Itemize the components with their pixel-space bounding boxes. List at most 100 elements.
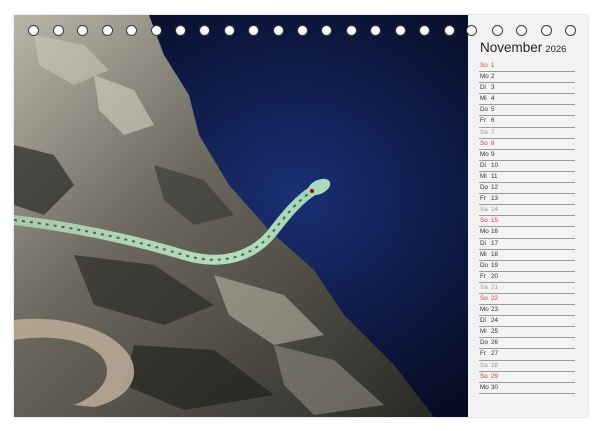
day-row: Sa 14: [479, 205, 575, 217]
binding-hole-icon: [77, 25, 88, 36]
binding-hole-icon: [444, 25, 455, 36]
day-name: Do: [480, 184, 489, 192]
day-row: Mo 23: [479, 305, 575, 317]
binding-hole-icon: [370, 25, 381, 36]
binding-hole-icon: [224, 25, 235, 36]
day-number: 18: [491, 250, 499, 258]
day-row: Do 5: [479, 105, 575, 117]
day-number: 24: [491, 317, 499, 325]
day-row: Do 12: [479, 183, 575, 195]
day-name: So: [480, 62, 488, 69]
day-number: 9: [491, 150, 495, 158]
day-row: Mi 4: [479, 94, 575, 106]
day-row: Sa 21: [479, 283, 575, 294]
day-name: Di: [480, 239, 486, 247]
day-row: Do 26: [479, 338, 575, 350]
day-number: 19: [491, 261, 499, 269]
day-number: 4: [491, 95, 495, 103]
binding-hole-icon: [273, 25, 284, 36]
day-row: So 22: [479, 294, 575, 306]
day-row: Mi 11: [479, 172, 575, 184]
day-number: 26: [491, 339, 499, 347]
day-number: 6: [491, 117, 495, 125]
day-number: 28: [491, 361, 499, 369]
binding-hole-icon: [395, 25, 406, 36]
binding-hole-icon: [175, 25, 186, 36]
binding-hole-icon: [321, 25, 332, 36]
binding-hole-icon: [151, 25, 162, 36]
day-row: So 8: [479, 139, 575, 150]
binding-hole-icon: [199, 25, 210, 36]
binding-hole-icon: [541, 25, 552, 36]
year-label: 2026: [545, 44, 567, 55]
day-name: Mi: [480, 172, 487, 180]
day-row: Sa 7: [479, 128, 575, 139]
binding-hole-icon: [53, 25, 64, 36]
day-number: 21: [491, 283, 499, 291]
day-name: Fr: [480, 350, 486, 358]
day-row: So 29: [479, 372, 575, 383]
day-row: Sa 28: [479, 361, 575, 372]
day-number: 3: [491, 84, 495, 92]
day-number: 16: [491, 228, 499, 236]
day-number: 11: [491, 172, 498, 180]
day-number: 20: [491, 272, 499, 280]
day-row: Di 3: [479, 83, 575, 95]
spiral-binding: [14, 25, 588, 39]
day-number: 14: [491, 206, 499, 214]
day-row: So 1: [479, 61, 575, 73]
day-name: Mi: [480, 95, 487, 103]
month-title: November 2026: [480, 40, 566, 55]
day-name: Fr: [480, 272, 486, 280]
day-name: Sa: [480, 361, 488, 369]
binding-hole-icon: [102, 25, 113, 36]
binding-hole-icon: [516, 25, 527, 36]
day-row: Mi 18: [479, 250, 575, 261]
day-number: 27: [491, 350, 499, 358]
day-number: 22: [491, 294, 499, 302]
binding-hole-icon: [492, 25, 503, 36]
day-name: So: [480, 217, 488, 225]
binding-hole-icon: [419, 25, 430, 36]
binding-hole-icon: [248, 25, 259, 36]
binding-hole-icon: [28, 25, 39, 36]
day-name: Fr: [480, 117, 486, 125]
day-number: 17: [491, 239, 499, 247]
day-number: 5: [491, 106, 495, 114]
day-number: 10: [491, 161, 499, 169]
day-row: Di 24: [479, 316, 575, 328]
day-number: 12: [491, 184, 499, 192]
day-name: Sa: [480, 206, 488, 214]
day-row: Do 19: [479, 261, 575, 272]
day-row: Mi 25: [479, 327, 575, 339]
day-number: 2: [491, 73, 495, 81]
day-number: 29: [491, 372, 499, 380]
day-name: Sa: [480, 283, 488, 291]
day-name: So: [480, 139, 488, 147]
day-list: So 1 Mo 2 Di 3 Mi 4 Do 5 Fr 6 Sa 7 So 8 Mo 9 Di 10 Mi 11 Do 12 F…: [479, 61, 575, 394]
day-name: Sa: [480, 128, 488, 136]
day-row: So 15: [479, 216, 575, 228]
day-name: Di: [480, 317, 486, 325]
day-number: 7: [491, 128, 495, 136]
day-name: Mo: [480, 383, 489, 391]
day-name: Mo: [480, 306, 489, 314]
day-number: 13: [491, 195, 499, 203]
day-name: Di: [480, 161, 486, 169]
day-name: Fr: [480, 195, 486, 203]
day-name: Mi: [480, 328, 487, 336]
day-name: Do: [480, 339, 489, 347]
day-number: 15: [491, 217, 499, 225]
day-number: 1: [491, 62, 495, 69]
binding-hole-icon: [126, 25, 137, 36]
day-number: 25: [491, 328, 499, 336]
day-name: Mo: [480, 73, 489, 81]
day-row: Di 10: [479, 161, 575, 172]
day-number: 30: [491, 383, 499, 391]
day-row: Mo 9: [479, 150, 575, 161]
day-row: Di 17: [479, 239, 575, 250]
day-row: Mo 2: [479, 72, 575, 84]
day-name: So: [480, 294, 488, 302]
snake-photo: [14, 15, 468, 417]
binding-hole-icon: [565, 25, 576, 36]
